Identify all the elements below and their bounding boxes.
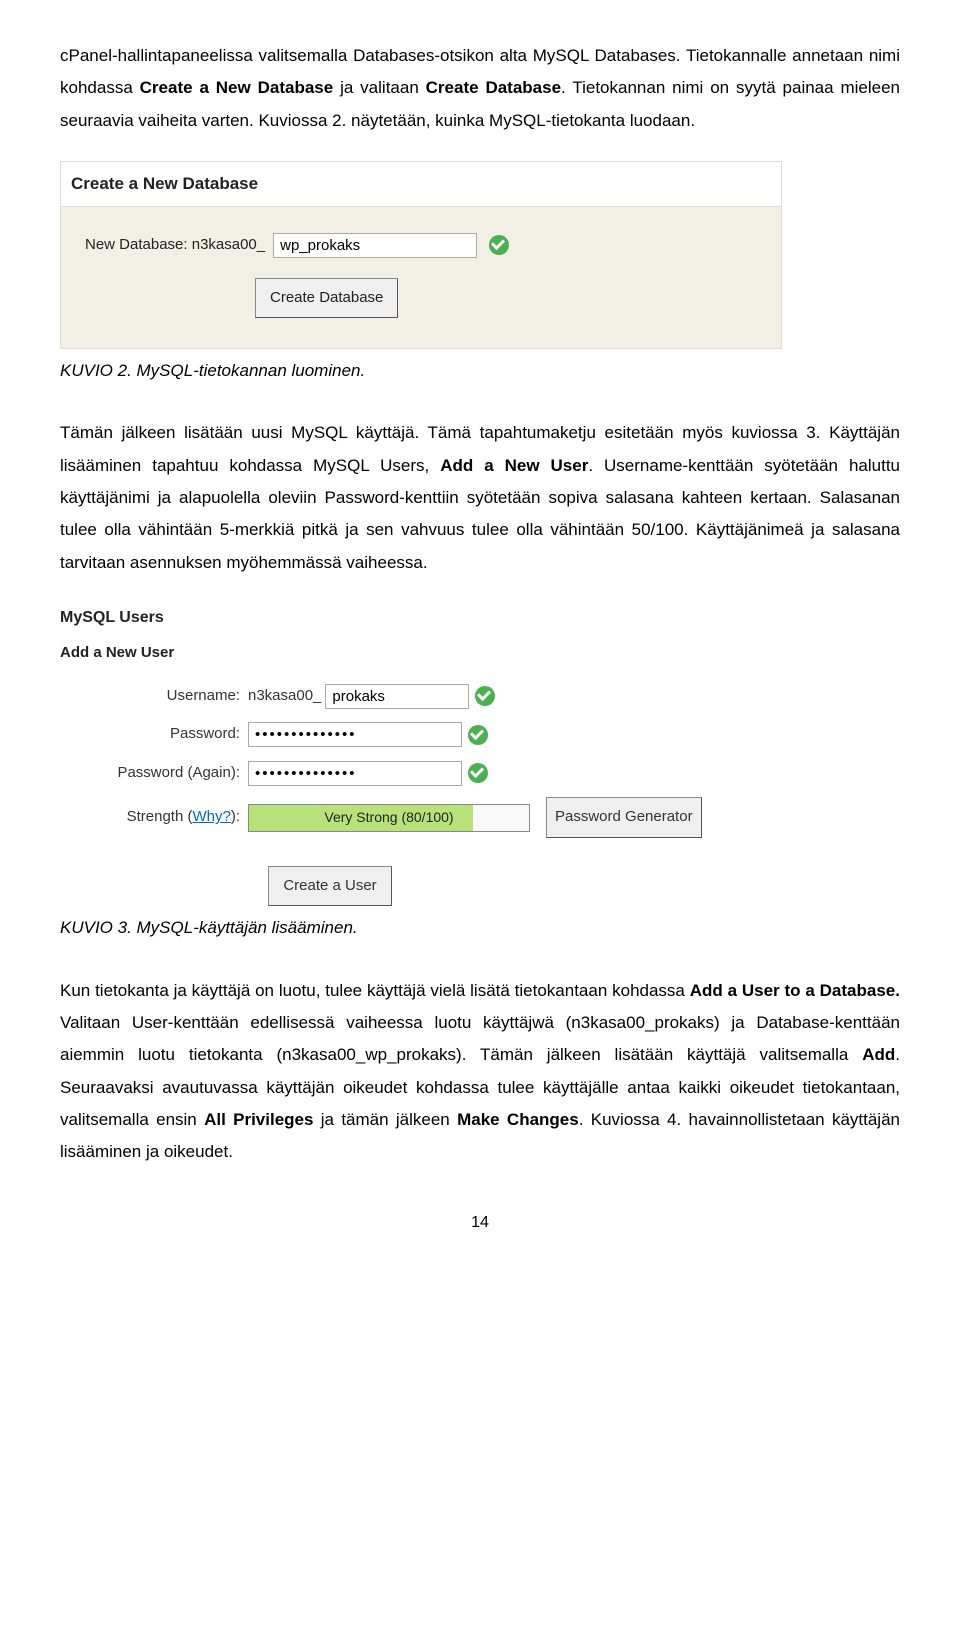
create-database-button[interactable]: Create Database [255,278,398,319]
text: ja tämän jälkeen [313,1110,457,1129]
create-user-button[interactable]: Create a User [268,866,391,907]
mysql-users-panel: MySQL Users Add a New User Username: n3k… [60,603,780,906]
text-bold: Create Database [426,78,561,97]
username-label: Username: [60,682,248,711]
password-generator-button[interactable]: Password Generator [546,797,702,838]
mysql-users-heading: MySQL Users [60,603,780,633]
strength-text: Very Strong (80/100) [324,804,453,831]
username-input[interactable] [325,684,469,709]
strength-meter: Very Strong (80/100) [248,804,530,832]
paragraph-2: Tämän jälkeen lisätään uusi MySQL käyttä… [60,417,900,578]
password-input[interactable] [248,722,462,747]
new-database-label: New Database: n3kasa00_ [85,231,265,260]
password-label: Password: [60,720,248,749]
paragraph-3: Kun tietokanta ja käyttäjä on luotu, tul… [60,975,900,1169]
password-again-input[interactable] [248,761,462,786]
add-new-user-heading: Add a New User [60,639,780,668]
figure-caption-3: KUVIO 3. MySQL-käyttäjän lisääminen. [60,912,900,944]
checkmark-icon [489,235,509,255]
panel-title: Create a New Database [61,162,781,207]
text-bold: Add a New User [440,456,588,475]
create-database-panel: Create a New Database New Database: n3ka… [60,161,782,349]
strength-label: ): [231,808,240,825]
text-bold: Add a User to a Database. [690,981,900,1000]
text-bold: Make Changes [457,1110,579,1129]
text: Kun tietokanta ja käyttäjä on luotu, tul… [60,981,690,1000]
paragraph-1: cPanel-hallintapaneelissa valitsemalla D… [60,40,900,137]
username-prefix: n3kasa00_ [248,682,321,711]
new-database-input[interactable] [273,233,477,258]
text: Valitaan User-kenttään edellisessä vaihe… [60,1013,900,1064]
checkmark-icon [468,763,488,783]
text: ja valitaan [333,78,425,97]
strength-why-link[interactable]: Why? [192,808,230,825]
figure-caption-2: KUVIO 2. MySQL-tietokannan luominen. [60,355,900,387]
checkmark-icon [475,686,495,706]
text-bold: All Privileges [204,1110,313,1129]
password-again-label: Password (Again): [60,759,248,788]
strength-label: Strength ( [127,808,193,825]
text-bold: Add [862,1045,895,1064]
checkmark-icon [468,725,488,745]
page-number: 14 [60,1208,900,1238]
text-bold: Create a New Database [140,78,334,97]
